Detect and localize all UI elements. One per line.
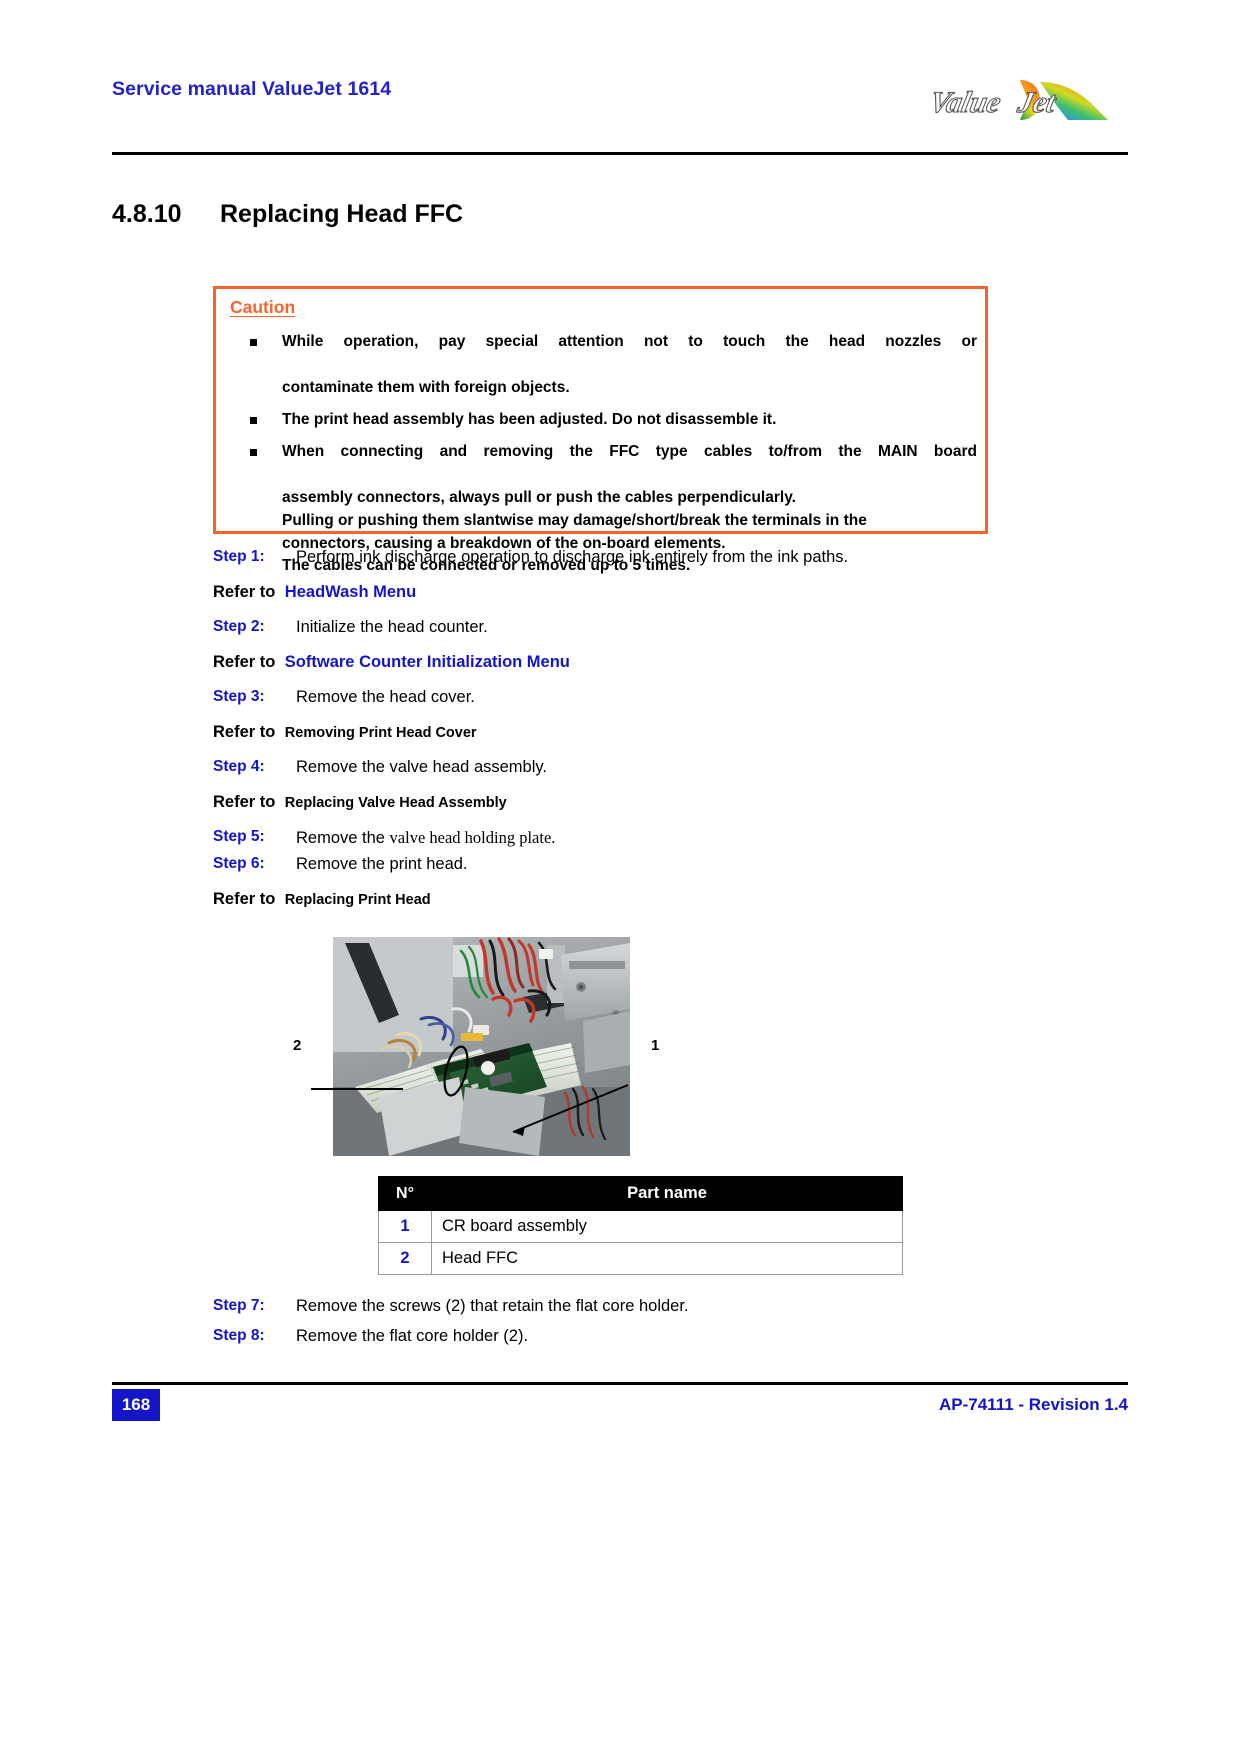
step-text: Remove the head cover. [296, 688, 475, 706]
caution-box: Caution While operation, pay special att… [213, 286, 988, 574]
refer-target[interactable]: Replacing Print Head [285, 892, 431, 908]
caution-line: The print head assembly has been adjuste… [282, 410, 777, 428]
step-label: Step 4: [213, 758, 265, 775]
step-text-plain: Remove the [296, 829, 390, 847]
refer-link[interactable]: HeadWash Menu [285, 583, 416, 601]
step-text: Initialize the head counter. [296, 618, 488, 636]
table-cell-number: 2 [378, 1242, 432, 1275]
step-label: Step 1: [213, 548, 265, 565]
refer-label: Refer to [213, 723, 276, 741]
document-page: Service manual ValueJet 1614 Value Jet 4… [0, 0, 1240, 1754]
caution-line: When connecting and removing the FFC typ… [282, 442, 977, 460]
step-text: Remove the flat core holder (2). [296, 1327, 529, 1345]
refer-row: Refer to Removing Print Head Cover [213, 723, 1003, 747]
footer-divider [112, 1382, 1128, 1385]
step-row: Step 4: Remove the valve head assembly. [213, 758, 1003, 782]
step-row: Step 8: Remove the flat core holder (2). [213, 1327, 1003, 1351]
step-label: Step 2: [213, 618, 265, 635]
step-row: Step 5: Remove the valve head holding pl… [213, 828, 1003, 852]
refer-label: Refer to [213, 653, 276, 671]
step-text-serif: valve head holding plate. [389, 828, 556, 847]
caution-line: Pulling or pushing them slantwise may da… [282, 511, 867, 529]
steps-list: Step 1: Perform ink discharge operation … [213, 548, 1003, 925]
refer-row: Refer to HeadWash Menu [213, 583, 1003, 607]
refer-target[interactable]: Removing Print Head Cover [285, 725, 477, 741]
step-row: Step 7: Remove the screws (2) that retai… [213, 1297, 1003, 1321]
square-bullet-icon [250, 416, 257, 424]
square-bullet-icon [250, 448, 257, 456]
refer-label: Refer to [213, 793, 276, 811]
figure-callout-2: 2 [293, 1037, 302, 1054]
caution-title: Caution [230, 297, 296, 317]
svg-text:Jet: Jet [1014, 85, 1060, 119]
table-row: 1 CR board assembly [378, 1210, 903, 1243]
table-header-number: N° [378, 1176, 432, 1211]
step-text: Remove the screws (2) that retain the fl… [296, 1297, 689, 1315]
page-number-badge: 168 [112, 1389, 160, 1421]
table-header-partname: Part name [431, 1176, 903, 1211]
step-text: Remove the valve head assembly. [296, 758, 547, 776]
caution-line: contaminate them with foreign objects. [282, 378, 570, 396]
header-title: Service manual ValueJet 1614 [112, 78, 392, 100]
step-label: Step 8: [213, 1327, 265, 1344]
steps-list-tail: Step 7: Remove the screws (2) that retai… [213, 1297, 1003, 1357]
caution-line: assembly connectors, always pull or push… [282, 488, 796, 506]
table-cell-partname: CR board assembly [431, 1210, 903, 1243]
step-text: Remove the print head. [296, 855, 468, 873]
step-label: Step 5: [213, 828, 265, 845]
table-cell-number: 1 [378, 1210, 432, 1243]
section-title: Replacing Head FFC [220, 200, 464, 228]
page-header: Service manual ValueJet 1614 Value Jet [112, 66, 1128, 158]
refer-row: Refer to Replacing Valve Head Assembly [213, 793, 1003, 817]
figure-callout-1: 1 [651, 1037, 660, 1054]
step-label: Step 7: [213, 1297, 265, 1314]
caution-line: While operation, pay special attention n… [282, 333, 977, 350]
valuejet-logo: Value Jet [928, 80, 1108, 120]
step-text: Remove the valve head holding plate. [296, 828, 555, 848]
step-row: Step 2: Initialize the head counter. [213, 618, 1003, 642]
step-text: Perform ink discharge operation to disch… [296, 548, 849, 566]
step-row: Step 1: Perform ink discharge operation … [213, 548, 1003, 572]
figure: 2 1 [293, 937, 659, 1156]
step-label: Step 6: [213, 855, 265, 872]
step-row: Step 3: Remove the head cover. [213, 688, 1003, 712]
refer-label: Refer to [213, 583, 276, 601]
refer-label: Refer to [213, 890, 276, 908]
carriage-photo [333, 937, 630, 1156]
step-row: Step 6: Remove the print head. [213, 855, 1003, 879]
refer-row: Refer to Software Counter Initialization… [213, 653, 1003, 677]
parts-table: N° Part name 1 CR board assembly 2 Head … [378, 1176, 903, 1275]
step-label: Step 3: [213, 688, 265, 705]
refer-target[interactable]: Replacing Valve Head Assembly [285, 795, 507, 811]
table-cell-partname: Head FFC [431, 1242, 903, 1275]
refer-link[interactable]: Software Counter Initialization Menu [285, 653, 570, 671]
table-row: 2 Head FFC [378, 1242, 903, 1275]
svg-text:Value: Value [928, 85, 1004, 119]
table-header-row: N° Part name [378, 1176, 903, 1211]
refer-row: Refer to Replacing Print Head [213, 890, 1003, 914]
caution-item: While operation, pay special attention n… [234, 331, 977, 400]
footer-reference: AP-74111 - Revision 1.4 [939, 1395, 1128, 1414]
section-heading: 4.8.10 Replacing Head FFC [112, 200, 1128, 240]
square-bullet-icon [250, 339, 257, 346]
section-number: 4.8.10 [112, 200, 182, 228]
header-divider [112, 152, 1128, 155]
caution-item: The print head assembly has been adjuste… [234, 409, 977, 432]
